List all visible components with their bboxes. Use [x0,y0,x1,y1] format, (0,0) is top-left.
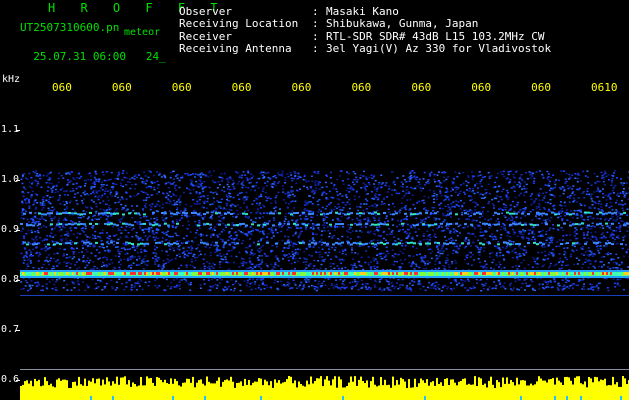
spectrogram [16,130,629,400]
x-tick-label: 060 [52,81,72,94]
x-tick-label: 060 [531,81,551,94]
x-tick-label: 060 [411,81,432,94]
y-tick-label: 0.6 [1,374,20,385]
y-tick-label: 1.1 [1,124,20,135]
y-tick-label: 0.8 [1,274,20,285]
y-tick-label: 1.0 [1,174,20,185]
x-tick-label: 060 [231,81,252,94]
y-axis-label: kHz [2,74,21,85]
amplitude-trace [20,376,629,400]
x-tick-label: 060 [471,81,492,94]
x-tick-label: 060 [351,81,372,94]
x-tick-label: 060 [111,81,132,94]
x-tick-label: 0610 [591,81,618,94]
echo-band [20,270,629,278]
x-tick-label: 060 [291,81,312,94]
y-tick-label: 0.7 [1,324,20,335]
bottom-separator [20,369,629,370]
y-tick-label: 0.9 [1,224,20,235]
x-tick-label: 060 [171,81,192,94]
baseline-line [20,295,629,296]
